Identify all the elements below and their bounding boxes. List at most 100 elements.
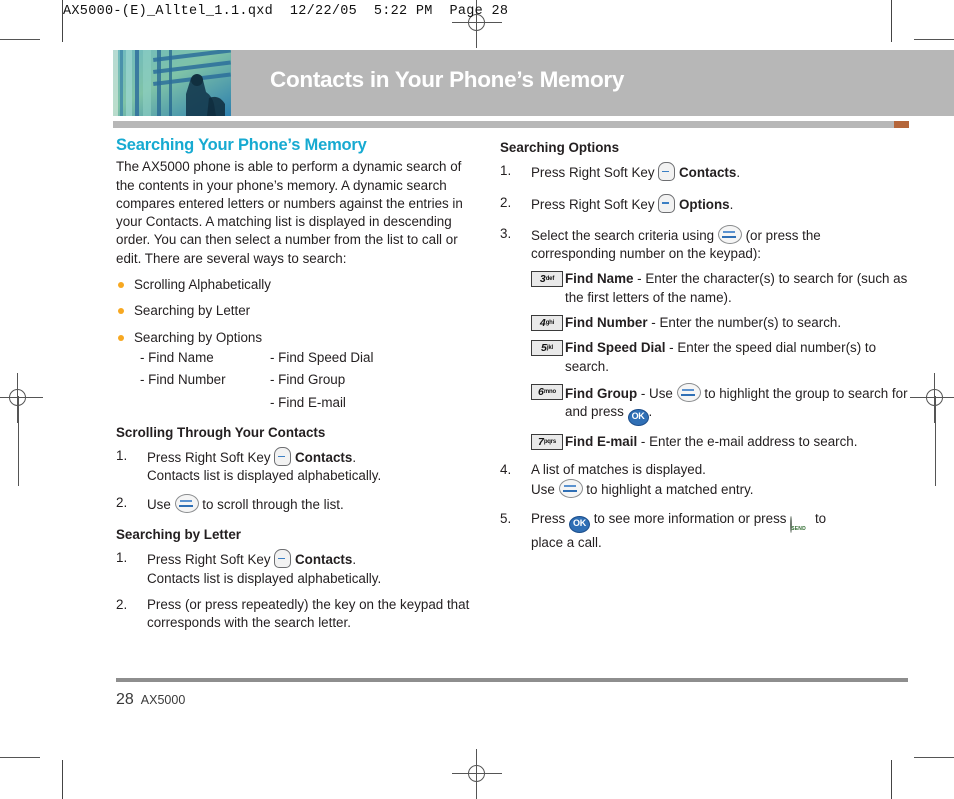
soft-key-icon: [274, 549, 292, 569]
step-text-line1: A list of matches is displayed.: [531, 461, 706, 477]
list-item: 2. Press (or press repeatedly) the key o…: [116, 596, 476, 633]
step-text-post: (or press the: [745, 227, 821, 243]
table-row: - Find Number - Find Group: [140, 371, 476, 389]
navigation-key-icon: [174, 493, 199, 513]
criteria-description: - Enter the e-mail address to search.: [637, 434, 858, 450]
search-methods-list: Scrolling Alphabetically Searching by Le…: [116, 276, 476, 347]
step-number: 1.: [500, 163, 512, 179]
list-item: 3def Find Name - Enter the character(s) …: [531, 270, 912, 307]
step-text-bold: Contacts: [295, 552, 353, 568]
subheading-scrolling: Scrolling Through Your Contacts: [116, 424, 326, 440]
registration-mark-bottom: [452, 749, 502, 799]
step-number: 1.: [116, 448, 128, 464]
find-option-left: [140, 394, 270, 412]
criteria-label: Find E-mail: [565, 434, 638, 450]
page-border-left-bottom: [62, 760, 63, 799]
search-criteria-key-list: 3def Find Name - Enter the character(s) …: [531, 270, 912, 451]
film-slug-line: AX5000-(E)_Alltel_1.1.qxd 12/22/05 5:22 …: [63, 4, 509, 19]
right-column: Searching Options 1. Press Right Soft Ke…: [500, 136, 912, 561]
find-option-right: - Find Group: [270, 372, 346, 388]
keypad-key-6-icon: 6mno: [531, 383, 563, 400]
crop-mark-top-right: [914, 39, 954, 40]
list-item: 1. Press Right Soft Key Contacts. Contac…: [116, 447, 476, 486]
step-number: 2.: [500, 194, 512, 210]
scrolling-steps-list: 1. Press Right Soft Key Contacts. Contac…: [116, 447, 476, 514]
intro-paragraph: The AX5000 phone is able to perform a dy…: [116, 159, 463, 266]
footer-rule: [116, 678, 908, 682]
step-text-mid: to see more information or press: [593, 511, 787, 527]
step-text-post: .: [352, 552, 357, 568]
list-item: 2. Use to scroll through the list.: [116, 493, 476, 514]
step-text-post: to: [814, 511, 827, 527]
chapter-header-band: Contacts in Your Phone’s Memory: [113, 50, 954, 116]
criteria-description-c: .: [648, 404, 653, 420]
step-text-bold: Contacts: [295, 450, 353, 466]
keypad-key-3-icon: 3def: [531, 271, 563, 288]
header-underbar-accent: [894, 121, 909, 128]
subheading-searching-by-letter: Searching by Letter: [116, 527, 242, 543]
list-item: 2. Press Right Soft Key Options.: [500, 193, 912, 214]
header-photo: [113, 50, 231, 116]
step-number: 2.: [116, 494, 128, 510]
subheading-searching-options: Searching Options: [500, 140, 620, 155]
list-item: 6mno Find Group - Use to highlight the g…: [531, 382, 912, 427]
find-option-right: - Find Speed Dial: [270, 349, 374, 365]
searching-options-steps-cont: 4. A list of matches is displayed. Use t…: [500, 461, 912, 553]
navigation-key-icon: [676, 382, 701, 402]
step-text-pre: Press (or press repeatedly) the key on t…: [147, 596, 470, 631]
step-text-post: to scroll through the list.: [202, 496, 344, 512]
step-text-pre: Press Right Soft Key: [147, 552, 271, 568]
list-item: Scrolling Alphabetically: [116, 276, 476, 294]
page-number: 28: [116, 691, 134, 708]
criteria-label: Find Group: [565, 385, 638, 401]
soft-key-icon: [658, 193, 676, 213]
send-key-icon: SEND: [790, 513, 811, 534]
searching-options-steps: 1. Press Right Soft Key Contacts. 2. Pre…: [500, 162, 912, 263]
list-item: 5jkl Find Speed Dial - Enter the speed d…: [531, 339, 912, 376]
list-item: 5. Press OK to see more information or p…: [500, 510, 912, 553]
list-item: 3. Select the search criteria using (or …: [500, 224, 912, 264]
criteria-description-a: - Use: [637, 385, 673, 401]
find-options-grid: - Find Name - Find Speed Dial - Find Num…: [140, 349, 476, 412]
registration-mark-right: [910, 373, 954, 423]
list-item: Searching by Letter: [116, 302, 476, 320]
left-column: Searching Your Phone’s Memory The AX5000…: [116, 136, 476, 641]
find-option-right: - Find E-mail: [270, 394, 346, 410]
soft-key-icon: [274, 447, 292, 467]
step-text-pre: Select the search criteria using: [531, 227, 715, 243]
soft-key-icon: [658, 162, 676, 182]
crop-mark-top-left: [0, 39, 40, 40]
step-number: 2.: [116, 596, 128, 612]
list-item-label: Searching by Options: [134, 329, 263, 345]
find-option-left: - Find Name: [140, 349, 214, 365]
step-text-post: .: [352, 450, 357, 466]
list-item: 7pqrs Find E-mail - Enter the e-mail add…: [531, 433, 912, 451]
step-text-post: .: [729, 196, 734, 212]
step-text-post: to highlight a matched entry.: [586, 481, 754, 497]
list-item: 1. Press Right Soft Key Contacts.: [500, 162, 912, 182]
list-item-label: Searching by Letter: [134, 303, 251, 319]
header-underbar: [113, 121, 894, 128]
bullet-dot-icon: [118, 308, 124, 315]
list-item: 1. Press Right Soft Key Contacts. Contac…: [116, 549, 476, 588]
list-item-label: Scrolling Alphabetically: [134, 277, 271, 293]
page-border-right-bottom: [891, 760, 892, 799]
step-continuation: place a call.: [531, 535, 602, 551]
step-text-pre: Press Right Soft Key: [531, 196, 655, 212]
bullet-dot-icon: [118, 334, 124, 341]
criteria-label: Find Speed Dial: [565, 340, 666, 356]
model-name: AX5000: [140, 693, 186, 707]
step-continuation: Contacts list is displayed alphabeticall…: [147, 570, 382, 586]
step-text-bold: Options: [679, 196, 730, 212]
crop-mark-bottom-left: [0, 757, 40, 758]
step-text-pre: Press Right Soft Key: [531, 165, 655, 181]
step-number: 5.: [500, 511, 512, 527]
step-text-bold: Contacts: [679, 165, 737, 181]
ok-key-icon: OK: [568, 516, 590, 534]
step-text-pre: Press: [531, 511, 566, 527]
step-continuation: Contacts list is displayed alphabeticall…: [147, 468, 382, 484]
step-text-pre: Press Right Soft Key: [147, 450, 271, 466]
list-item: 4ghi Find Number - Enter the number(s) t…: [531, 314, 912, 332]
keypad-key-4-icon: 4ghi: [531, 315, 563, 332]
step-text-post: .: [736, 165, 741, 181]
